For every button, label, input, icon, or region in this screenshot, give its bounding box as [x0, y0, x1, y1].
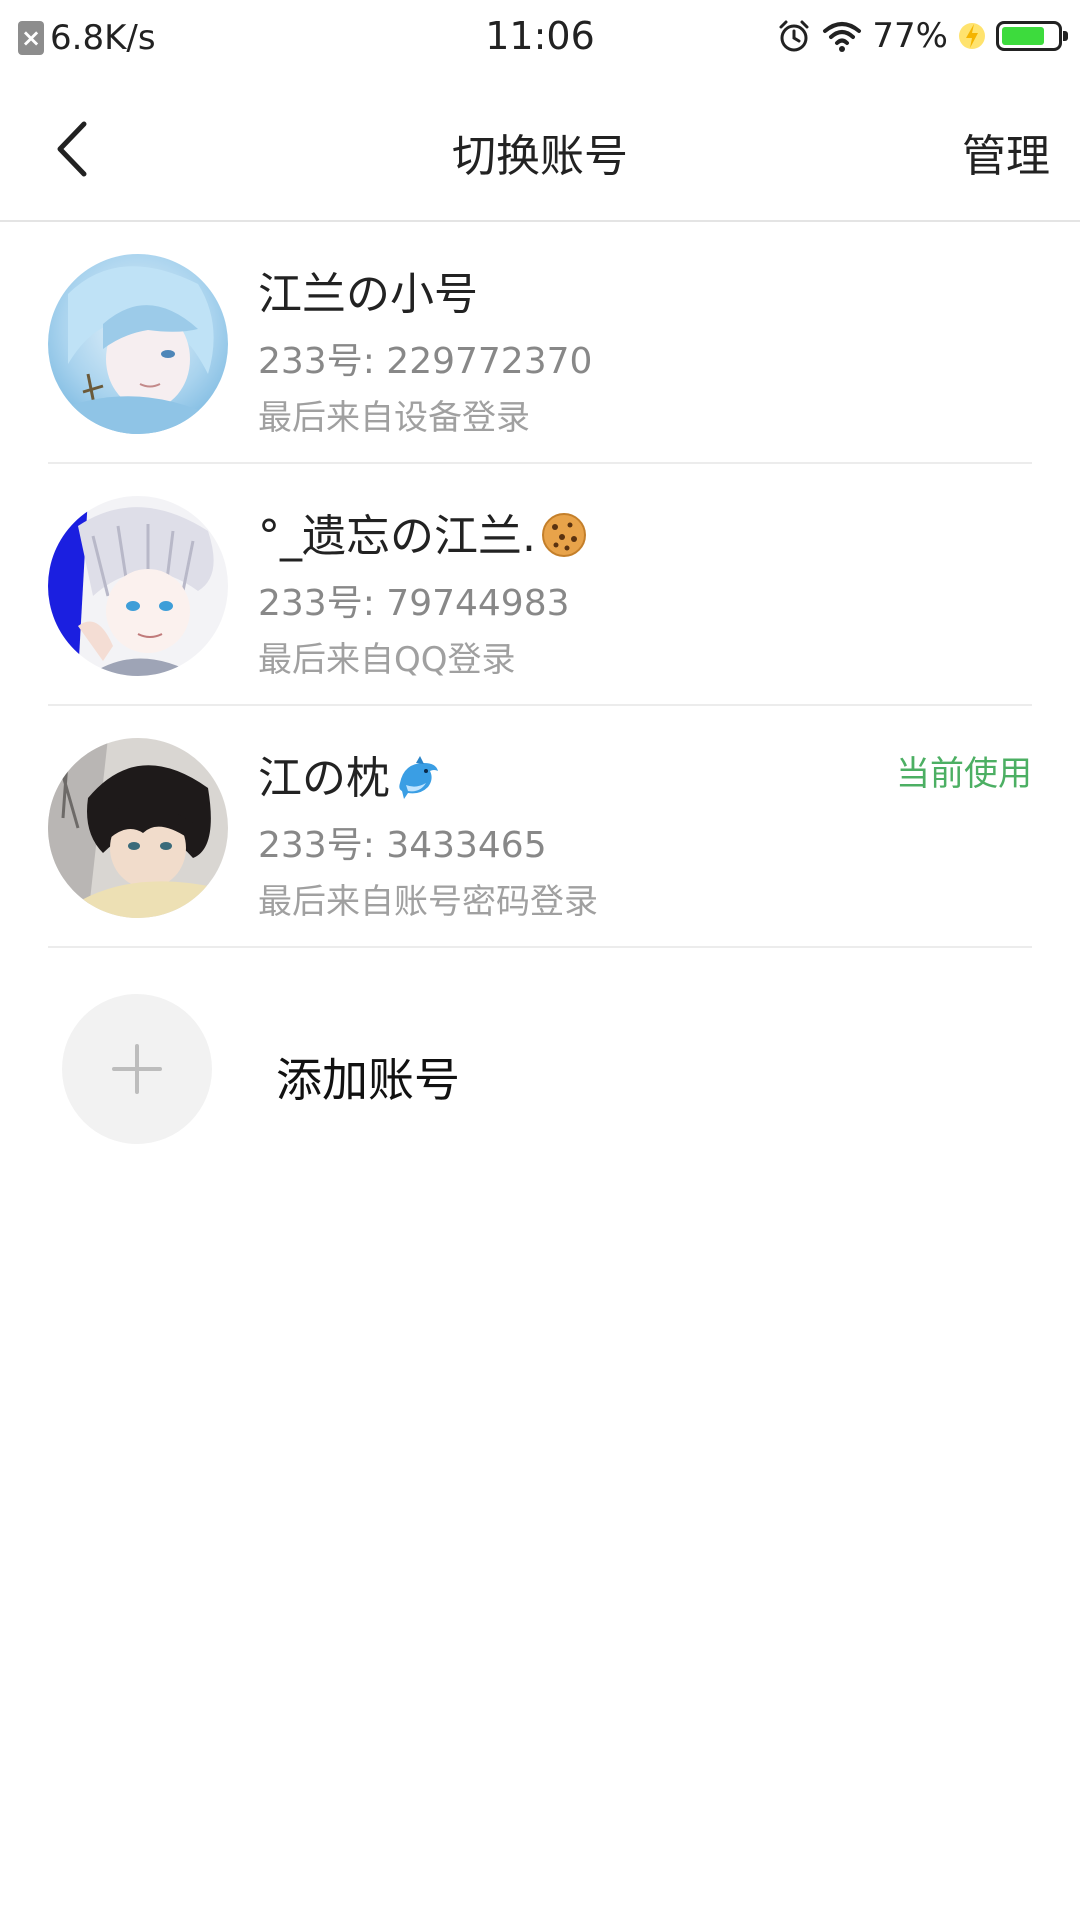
nav-bar: 切换账号 管理 — [0, 76, 1080, 222]
account-item[interactable]: 江兰の小号 233号: 229772370 最后来自设备登录 — [0, 222, 1080, 464]
account-list: 江兰の小号 233号: 229772370 最后来自设备登录 °_遗忘の江兰. — [0, 222, 1080, 948]
status-bar: × 6.8K/s 11:06 77% — [0, 0, 1080, 76]
avatar — [48, 496, 228, 676]
account-id: 233号: 229772370 — [258, 341, 593, 382]
account-id: 233号: 79744983 — [258, 583, 570, 624]
current-account-badge: 当前使用 — [896, 754, 1032, 794]
plus-icon — [112, 1044, 162, 1094]
battery-icon — [996, 21, 1068, 51]
battery-level-fill — [1002, 27, 1044, 45]
battery-percent: 77% — [872, 16, 948, 56]
alarm-icon — [779, 20, 809, 52]
page-title: 切换账号 — [452, 131, 628, 182]
account-name: 江兰の小号 — [258, 258, 478, 322]
divider — [48, 946, 1032, 948]
account-name-text: 江兰の小号 — [258, 269, 478, 320]
account-name-text: °_遗忘の江兰. — [258, 511, 536, 562]
account-name: 江の枕 — [258, 742, 442, 806]
account-login-source: 最后来自设备登录 — [258, 398, 530, 438]
add-account-row[interactable]: 添加账号 — [0, 968, 1080, 1168]
account-item[interactable]: °_遗忘の江兰. 233号: 79744983 最后来自QQ登录 — [0, 464, 1080, 706]
status-right: 77% — [776, 16, 1068, 56]
add-account-button[interactable] — [62, 994, 212, 1144]
wifi-icon — [823, 22, 862, 52]
manage-button[interactable]: 管理 — [962, 120, 1050, 184]
account-name-text: 江の枕 — [258, 753, 390, 804]
account-login-source: 最后来自QQ登录 — [258, 640, 516, 680]
account-id: 233号: 3433465 — [258, 825, 547, 866]
charging-icon — [959, 23, 985, 49]
account-name: °_遗忘の江兰. — [258, 500, 588, 564]
account-item[interactable]: 江の枕 233号: 3433465 最后来自账号密码登录 当前使用 — [0, 706, 1080, 948]
account-login-source: 最后来自账号密码登录 — [258, 882, 598, 922]
add-account-label: 添加账号 — [276, 1053, 460, 1107]
avatar — [48, 254, 228, 434]
cookie-icon — [542, 513, 586, 557]
battery-tip — [1063, 31, 1068, 41]
avatar — [48, 738, 228, 918]
dolphin-icon — [399, 756, 438, 799]
